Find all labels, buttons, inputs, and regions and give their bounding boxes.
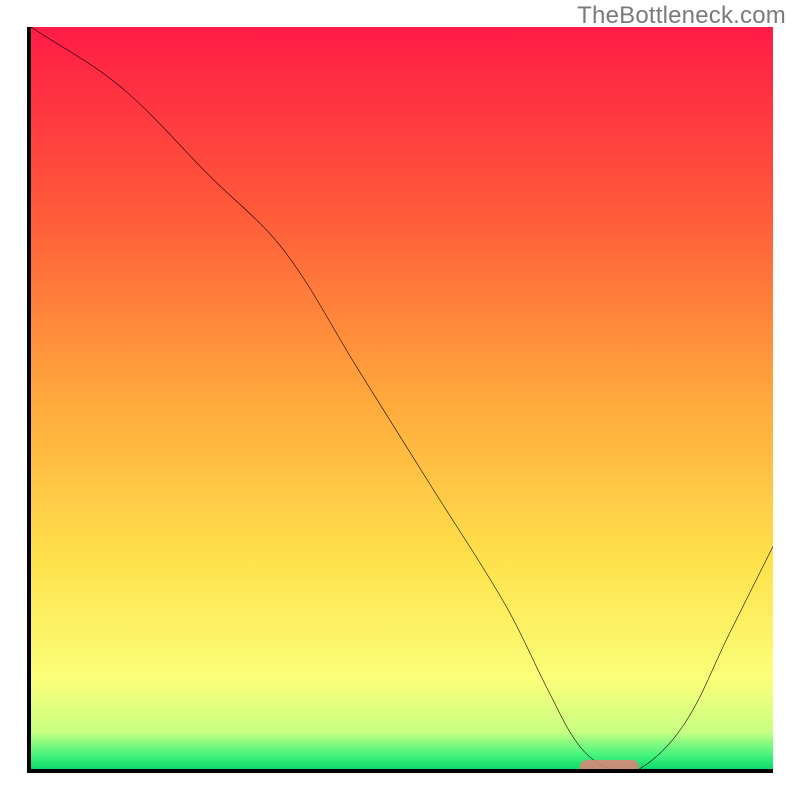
optimum-marker — [580, 760, 639, 773]
chart-curve — [31, 27, 773, 769]
chart-plot-area — [27, 27, 773, 773]
watermark-text: TheBottleneck.com — [577, 2, 786, 30]
